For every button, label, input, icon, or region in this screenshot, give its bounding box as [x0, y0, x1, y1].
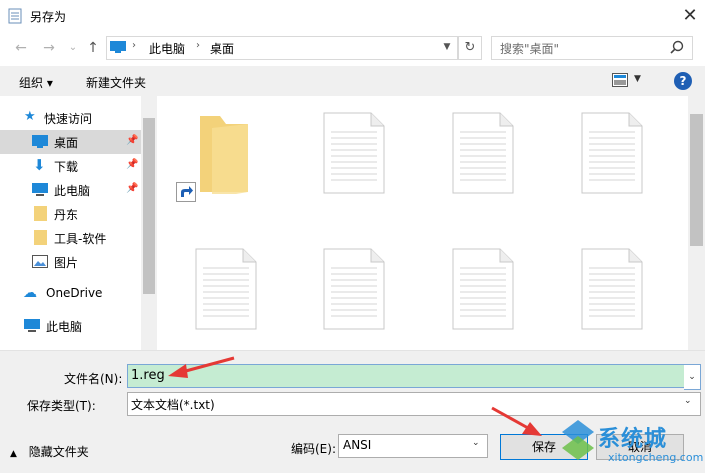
up-button[interactable]: ↑ [84, 40, 102, 56]
organize-menu-button[interactable]: 组织 ▾ [19, 74, 53, 91]
document-file-icon[interactable] [323, 112, 385, 194]
pictures-icon [32, 255, 48, 268]
document-file-icon[interactable] [581, 112, 643, 194]
computer-icon [110, 41, 126, 53]
sidebar-item-label: 丹东 [54, 208, 79, 222]
sidebar-item-label: 快速访问 [44, 112, 93, 126]
shortcut-arrow-icon [176, 182, 196, 202]
sidebar-item-pictures[interactable]: 图片 [0, 250, 141, 274]
sidebar-item-this-pc[interactable]: 此电脑 📌 [0, 178, 141, 202]
chevron-down-icon[interactable]: ⌄ [684, 396, 692, 406]
up-arrow-icon: ↑ [87, 40, 99, 56]
document-file-icon[interactable] [323, 248, 385, 330]
annotation-arrow-icon [168, 356, 235, 378]
navigation-scrollbar-thumb[interactable] [143, 118, 155, 294]
refresh-button[interactable]: ↻ [458, 36, 482, 60]
view-options-icon[interactable] [612, 73, 628, 87]
folder-icon [34, 230, 47, 245]
recent-locations-button[interactable]: ⌄ [64, 40, 82, 56]
help-icon[interactable]: ? [674, 72, 692, 90]
sidebar-item-tools-software[interactable]: 工具-软件 [0, 226, 141, 250]
pin-icon[interactable]: 📌 [126, 159, 138, 170]
folder-icon [200, 116, 248, 194]
sidebar-item-label: 工具-软件 [54, 232, 107, 246]
document-file-icon[interactable] [452, 248, 514, 330]
window-title: 另存为 [30, 10, 67, 24]
caret-up-icon: ▲ [10, 449, 17, 459]
sidebar-item-this-pc-root[interactable]: 此电脑 [0, 314, 141, 338]
chevron-down-icon: ⌄ [68, 42, 78, 53]
title-bar [0, 0, 705, 32]
document-file-icon[interactable] [452, 112, 514, 194]
file-list-scrollbar-thumb[interactable] [690, 114, 703, 246]
hide-folders-label: 隐藏文件夹 [28, 445, 89, 459]
forward-arrow-icon: → [43, 40, 55, 56]
sidebar-item-label: OneDrive [46, 286, 103, 300]
computer-icon [32, 183, 48, 196]
search-icon[interactable] [670, 40, 684, 54]
star-icon: ★ [24, 109, 36, 124]
breadcrumb-this-pc[interactable]: 此电脑 [149, 40, 185, 57]
watermark-brand: 系统城 [598, 427, 668, 452]
filetype-value: 文本文档(*.txt) [131, 398, 215, 412]
hide-folders-toggle[interactable]: ▲ 隐藏文件夹 [10, 443, 89, 460]
folder-icon [34, 206, 47, 221]
sidebar-item-dandong[interactable]: 丹东 [0, 202, 141, 226]
sidebar-item-label: 桌面 [54, 136, 79, 150]
sidebar-item-downloads[interactable]: ⬇ 下载 📌 [0, 154, 141, 178]
search-placeholder: 搜索"桌面" [500, 42, 560, 56]
watermark-logo-icon [562, 420, 594, 460]
filename-dropdown-icon[interactable]: ⌄ [684, 364, 701, 390]
forward-button[interactable]: → [40, 40, 58, 56]
pin-icon[interactable]: 📌 [126, 135, 138, 146]
filetype-label: 保存类型(T): [27, 399, 96, 413]
breadcrumb-desktop[interactable]: 桌面 [210, 40, 234, 57]
filename-label: 文件名(N): [64, 372, 123, 386]
encoding-value: ANSI [343, 438, 372, 452]
new-folder-button[interactable]: 新建文件夹 [86, 74, 146, 91]
document-file-icon[interactable] [195, 248, 257, 330]
back-button[interactable]: ← [12, 40, 30, 56]
sidebar-item-label: 图片 [54, 256, 79, 270]
view-dropdown-icon[interactable]: ▼ [634, 74, 641, 84]
sidebar-item-label: 下载 [54, 160, 79, 174]
address-dropdown-icon[interactable]: ▼ [438, 36, 456, 58]
annotation-arrow-icon [491, 406, 542, 436]
close-button[interactable]: ✕ [675, 0, 705, 30]
desktop-icon [32, 135, 48, 148]
computer-icon [24, 319, 40, 332]
sidebar-item-onedrive[interactable]: ☁ OneDrive [0, 282, 141, 306]
sidebar-item-label: 此电脑 [54, 184, 91, 198]
cloud-icon: ☁ [23, 285, 37, 301]
notepad-icon [8, 8, 22, 24]
sidebar-item-label: 此电脑 [46, 320, 83, 334]
sidebar-item-desktop[interactable]: 桌面 📌 [0, 130, 141, 154]
breadcrumb-separator-icon: › [132, 40, 136, 51]
close-icon: ✕ [682, 4, 698, 26]
download-icon: ⬇ [33, 156, 46, 174]
pin-icon[interactable]: 📌 [126, 183, 138, 194]
document-file-icon[interactable] [581, 248, 643, 330]
breadcrumb-separator-icon: › [196, 40, 200, 51]
chevron-down-icon[interactable]: ⌄ [472, 438, 480, 448]
file-item-folder-shortcut[interactable] [174, 108, 264, 204]
encoding-label: 编码(E): [291, 442, 336, 456]
back-arrow-icon: ← [15, 40, 27, 56]
watermark-url: xitongcheng.com [608, 451, 704, 464]
sidebar-item-quick-access[interactable]: ★ 快速访问 [0, 106, 141, 130]
